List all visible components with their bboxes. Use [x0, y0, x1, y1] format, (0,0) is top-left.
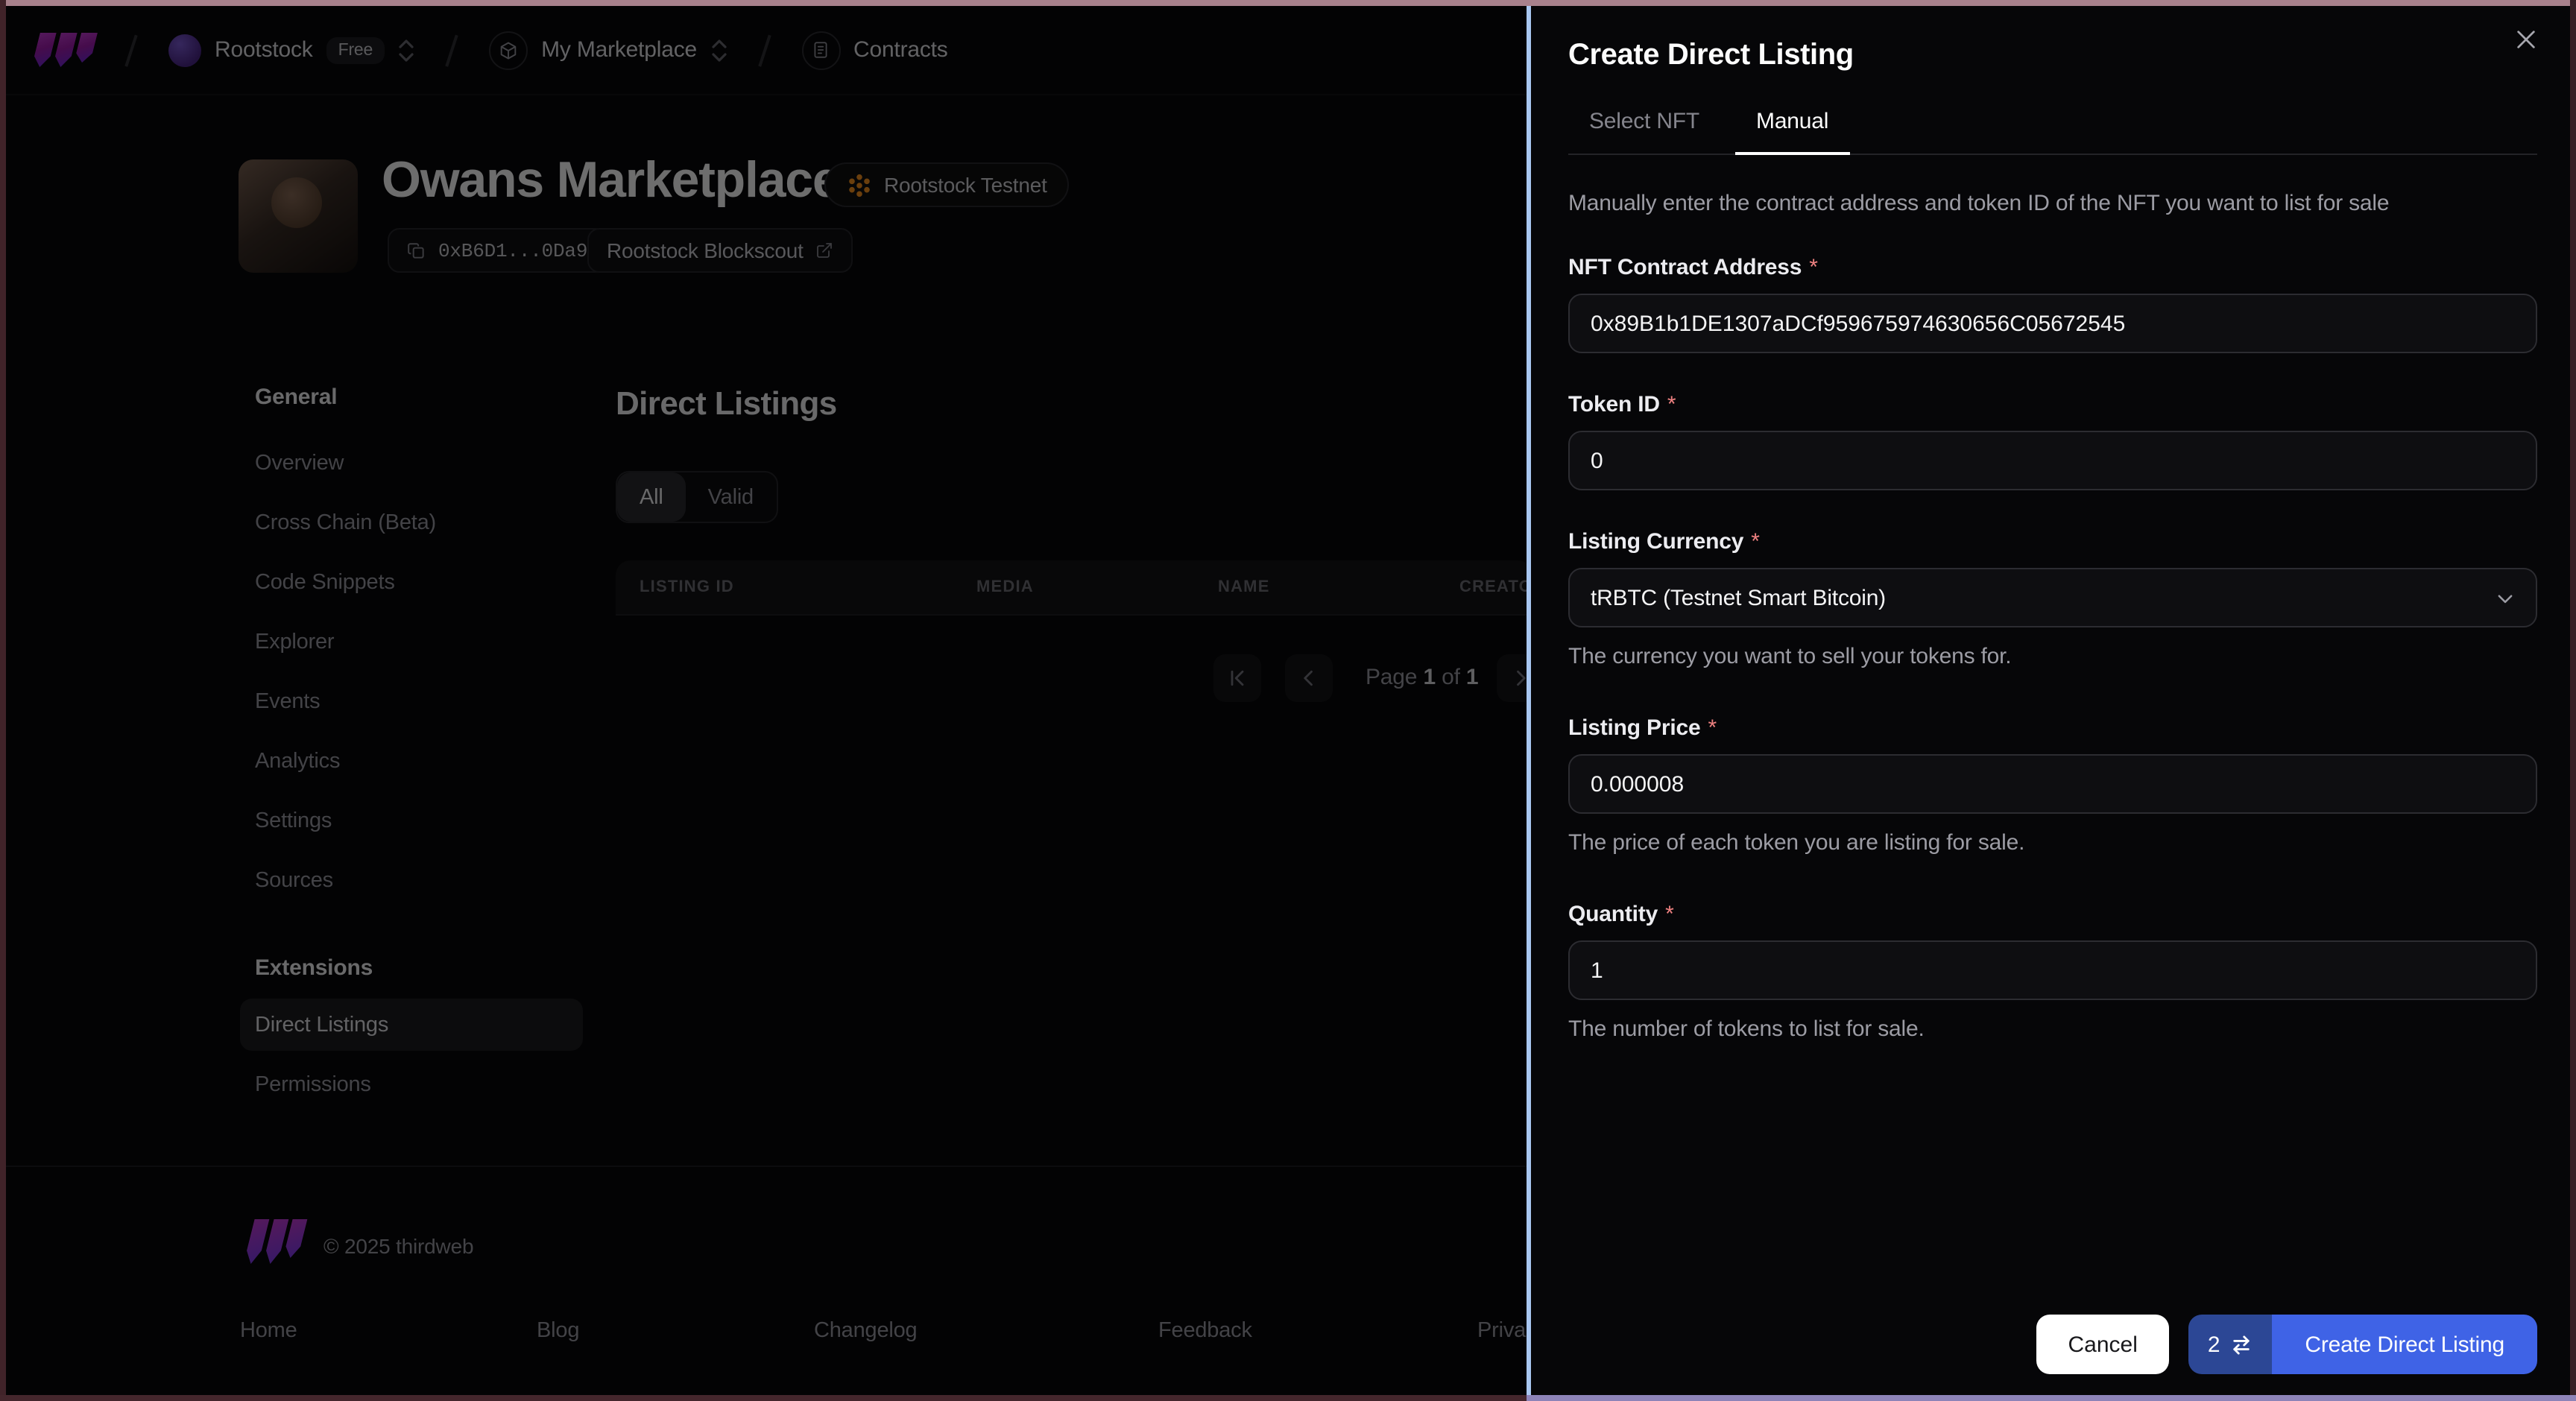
token-id-input[interactable] [1568, 431, 2537, 490]
field-listing-price: Listing Price* The price of each token y… [1568, 715, 2537, 856]
cancel-button[interactable]: Cancel [2036, 1315, 2169, 1374]
required-asterisk: * [1708, 715, 1717, 741]
required-asterisk: * [1665, 902, 1674, 927]
field-helper: The number of tokens to list for sale. [1568, 1016, 1925, 1042]
field-label: NFT Contract Address * [1568, 255, 1818, 280]
field-nft-contract-address: NFT Contract Address * [1568, 255, 2537, 353]
app-window: Rootstock Free My Marketplace [0, 0, 2576, 1401]
submit-label: Create Direct Listing [2272, 1315, 2537, 1374]
field-quantity: Quantity* The number of tokens to list f… [1568, 902, 2537, 1042]
tx-count-segment: 2 [2188, 1315, 2273, 1374]
dashboard-page: Rootstock Free My Marketplace [6, 6, 2570, 1395]
field-listing-currency: Listing Currency * tRBTC (Testnet Smart B… [1568, 529, 2537, 669]
drawer-actions: Cancel 2 Create Direct Listing [1568, 1315, 2537, 1374]
required-asterisk: * [1751, 529, 1760, 554]
listing-currency-select[interactable]: tRBTC (Testnet Smart Bitcoin) [1568, 568, 2537, 627]
window-frame-top [0, 0, 2576, 6]
required-asterisk: * [1809, 255, 1818, 280]
field-helper: The price of each token you are listing … [1568, 830, 2025, 856]
field-token-id: Token ID * [1568, 392, 2537, 490]
listing-price-input[interactable] [1568, 754, 2537, 814]
window-frame-left [0, 0, 6, 1401]
create-direct-listing-drawer: Create Direct Listing Select NFT Manual … [1527, 6, 2570, 1395]
field-label: Quantity * [1568, 902, 1674, 927]
field-helper: The currency you want to sell your token… [1568, 644, 2012, 669]
close-icon[interactable] [2507, 21, 2543, 57]
swap-arrows-icon [2233, 1335, 2250, 1354]
field-label: Listing Price * [1568, 715, 1717, 741]
quantity-input[interactable] [1568, 940, 2537, 1000]
create-direct-listing-button[interactable]: 2 Create Direct Listing [2188, 1315, 2537, 1374]
field-label: Listing Currency * [1568, 529, 1760, 554]
tx-count: 2 [2207, 1332, 2220, 1357]
chevron-down-icon [2498, 594, 2513, 603]
window-frame-right [2570, 0, 2576, 1401]
field-label: Token ID * [1568, 392, 1676, 417]
drawer-tabs: Select NFT Manual [1568, 109, 2537, 155]
nft-contract-address-input[interactable] [1568, 294, 2537, 353]
drawer-description: Manually enter the contract address and … [1568, 191, 2390, 216]
tab-manual[interactable]: Manual [1735, 109, 1849, 155]
drawer-title: Create Direct Listing [1568, 39, 1854, 72]
required-asterisk: * [1667, 392, 1676, 417]
drawer-focus-ring-bottom [1527, 1395, 2576, 1401]
listing-currency-value: tRBTC (Testnet Smart Bitcoin) [1591, 585, 1886, 610]
tab-select-nft[interactable]: Select NFT [1568, 109, 1720, 154]
